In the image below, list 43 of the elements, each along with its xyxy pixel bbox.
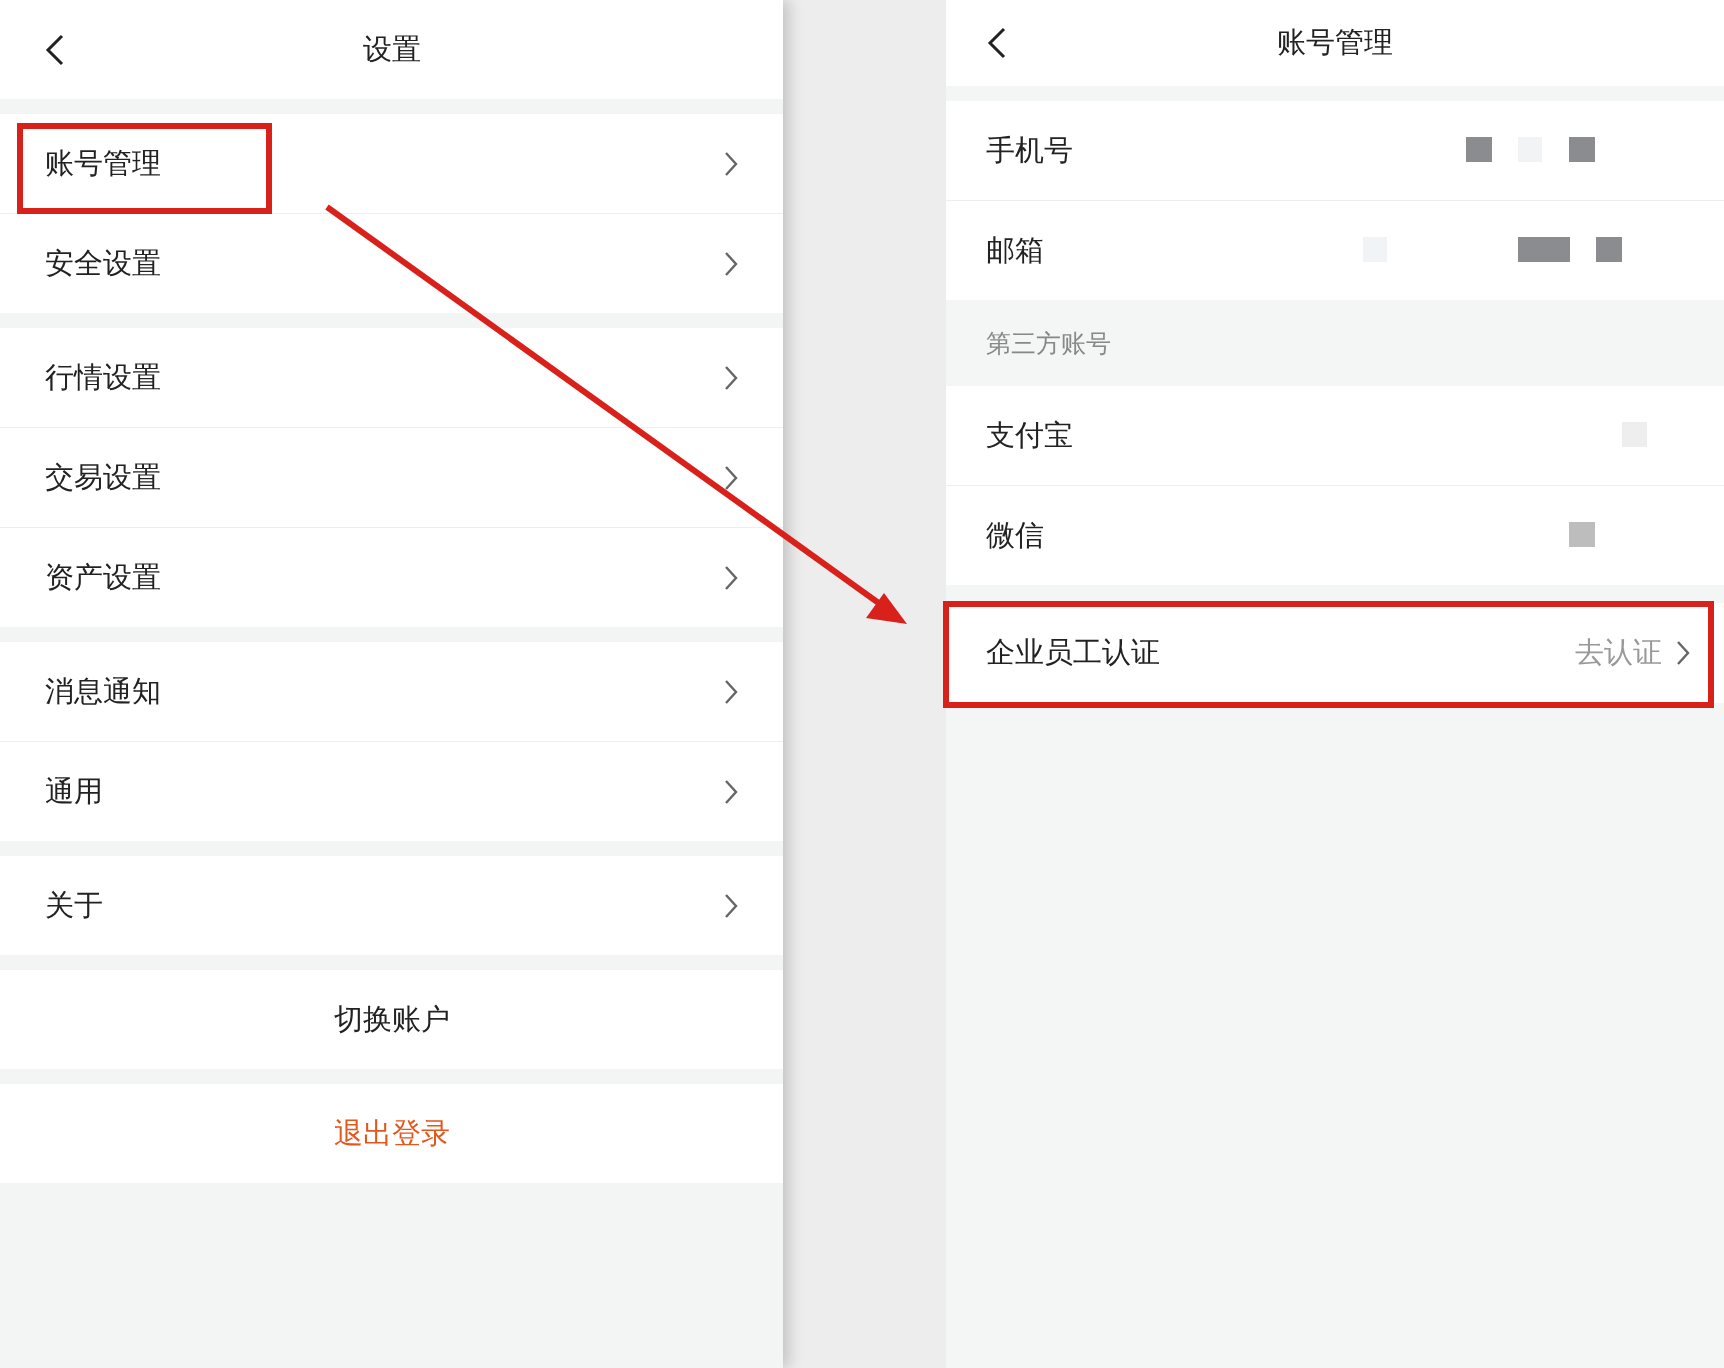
page-title: 设置 xyxy=(362,30,421,68)
item-label: 邮箱 xyxy=(986,231,1044,269)
action-button[interactable]: 切换账户 xyxy=(0,970,783,1069)
chevron-icon xyxy=(724,892,738,919)
redaction-block xyxy=(1596,237,1622,262)
action-button[interactable]: 退出登录 xyxy=(0,1084,783,1183)
redaction-block xyxy=(1518,237,1570,262)
section-label: 第三方账号 xyxy=(985,327,1112,360)
account-row[interactable]: 邮箱 xyxy=(946,201,1724,300)
account-row[interactable]: 手机号 xyxy=(946,101,1724,201)
settings-item[interactable]: 关于 xyxy=(0,856,783,955)
item-label: 手机号 xyxy=(986,131,1073,169)
item-label: 安全设置 xyxy=(45,244,161,282)
settings-item[interactable]: 资产设置 xyxy=(0,528,783,627)
item-label: 通用 xyxy=(45,772,103,810)
chevron-icon xyxy=(724,778,738,805)
chevron-icon xyxy=(724,564,738,591)
item-label: 账号管理 xyxy=(45,144,161,182)
redaction-block xyxy=(1569,137,1595,162)
chevron-icon xyxy=(724,364,738,391)
chevron-icon xyxy=(724,250,738,277)
page-title: 账号管理 xyxy=(1277,24,1393,61)
item-label: 支付宝 xyxy=(986,416,1073,454)
back-icon[interactable] xyxy=(986,26,1008,60)
item-label: 交易设置 xyxy=(45,458,161,496)
item-label: 行情设置 xyxy=(45,358,161,396)
item-label: 企业员工认证 xyxy=(986,634,1160,671)
settings-item[interactable]: 通用 xyxy=(0,742,783,841)
redaction-block xyxy=(1569,522,1595,547)
item-label: 资产设置 xyxy=(45,558,161,596)
item-label: 微信 xyxy=(986,516,1044,554)
chevron-icon xyxy=(724,150,738,177)
account-row[interactable]: 支付宝 xyxy=(946,386,1724,486)
item-label: 关于 xyxy=(45,886,103,924)
redaction-block xyxy=(1466,137,1492,162)
verify-row[interactable]: 企业员工认证 去认证 xyxy=(946,603,1724,703)
chevron-icon xyxy=(1676,640,1690,666)
settings-item[interactable]: 安全设置 xyxy=(0,214,783,313)
chevron-icon xyxy=(724,678,738,705)
back-icon[interactable] xyxy=(44,32,66,67)
account-row[interactable]: 微信 xyxy=(946,486,1724,585)
item-label: 消息通知 xyxy=(45,672,161,710)
chevron-icon xyxy=(724,464,738,491)
